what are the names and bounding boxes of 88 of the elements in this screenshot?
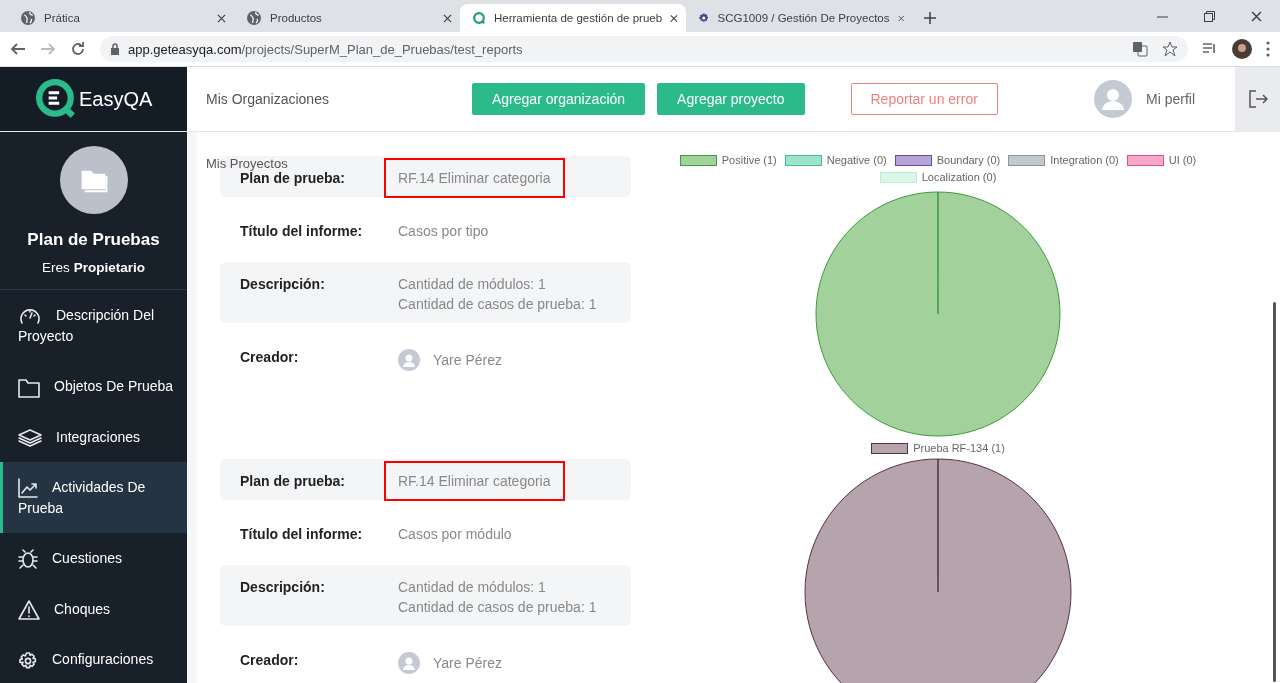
field-label: Creador: [240, 652, 300, 670]
avatar-icon [398, 349, 420, 371]
avatar-icon[interactable] [1232, 39, 1252, 59]
field-label: Título del informe: [240, 223, 364, 239]
legend-item[interactable]: Boundary (0) [894, 154, 1001, 166]
nav-link[interactable]: Mis Organizaciones [206, 91, 472, 107]
legend-item[interactable]: Localization (0) [879, 171, 997, 183]
legend-swatch [679, 154, 717, 166]
legend-swatch [1008, 154, 1046, 166]
field-value: Cantidad de módulos: 1 [398, 579, 547, 595]
new-tab-icon[interactable] [924, 12, 936, 24]
creator-name: Yare Pérez [433, 352, 502, 368]
star-icon[interactable] [1162, 41, 1178, 57]
folder-icon [18, 377, 40, 398]
warning-icon [18, 600, 40, 621]
legend-item[interactable]: Prueba RF-134 (1) [871, 442, 1005, 454]
role-text: Eres Propietario [42, 260, 145, 275]
logo-icon [472, 10, 486, 26]
field-label: Creador: [240, 349, 300, 367]
app-logo[interactable]: EasyQA [0, 67, 187, 131]
folder-icon [59, 146, 128, 214]
logo-icon [35, 78, 77, 120]
avatar-icon [398, 652, 420, 674]
restore-icon[interactable] [1204, 11, 1215, 22]
close-icon[interactable] [1251, 11, 1262, 22]
field-label: Descripción: [240, 579, 326, 597]
close-icon[interactable] [443, 13, 452, 23]
logout-icon[interactable] [1247, 89, 1268, 109]
back-icon[interactable] [10, 41, 26, 57]
reload-icon[interactable] [70, 41, 86, 57]
legend-item[interactable]: Negative (0) [784, 154, 887, 166]
sidebar-item[interactable]: Configuraciones [0, 634, 187, 683]
address-bar[interactable]: app.geteasyqa.com/projects/SuperM_Plan_de_Pruebas/test_reports [100, 36, 1188, 62]
globe-icon [246, 10, 262, 26]
sidebar-item[interactable]: Actividades De Prueba [0, 461, 187, 533]
menu-icon[interactable] [1266, 41, 1270, 57]
legend-swatch [871, 442, 909, 454]
sidebar-item[interactable]: Descripción Del Proyecto [0, 290, 187, 362]
media-icon[interactable] [1202, 42, 1218, 56]
browser-tab[interactable]: SCG1009 / Gestión De Proyectos [686, 4, 912, 32]
translate-icon[interactable] [1132, 41, 1148, 57]
creator-name: Yare Pérez [433, 655, 502, 671]
field-label: Título del informe: [240, 526, 364, 542]
legend-swatch [879, 171, 917, 183]
legend-swatch [784, 154, 822, 166]
gauge-icon [18, 306, 42, 327]
scrollbar[interactable] [1273, 302, 1276, 682]
sidebar-item[interactable]: Objetos De Prueba [0, 361, 187, 412]
legend-label: Integration (0) [1050, 154, 1119, 166]
field-label: Plan de prueba: [240, 473, 347, 489]
close-icon[interactable] [217, 13, 226, 23]
field-value: Casos por módulo [398, 526, 512, 542]
legend-swatch [894, 154, 932, 166]
highlighted-value: RF.14 Eliminar categoria [386, 160, 563, 196]
globe-icon [20, 10, 36, 26]
legend-swatch [1126, 154, 1164, 166]
legend-label: Boundary (0) [936, 154, 1001, 166]
bug-icon [18, 548, 38, 571]
legend-label: UI (0) [1168, 154, 1197, 166]
sidebar-item[interactable]: Integraciones [0, 411, 187, 462]
legend-item[interactable]: Positive (1) [679, 154, 777, 166]
legend-label: Prueba RF-134 (1) [913, 442, 1005, 454]
field-value: Cantidad de casos de prueba: 1 [398, 599, 597, 615]
nav-link[interactable]: Mis Proyectos [206, 156, 288, 171]
field-value: Cantidad de módulos: 1 [398, 276, 547, 292]
legend-label: Negative (0) [826, 154, 887, 166]
field-value: Cantidad de casos de prueba: 1 [398, 296, 597, 312]
sidebar-item[interactable]: Cuestiones [0, 532, 187, 585]
settings-icon [18, 650, 38, 671]
field-label: Plan de prueba: [240, 170, 347, 186]
legend-item[interactable]: UI (0) [1126, 154, 1197, 166]
layers-icon [18, 428, 42, 447]
browser-tab[interactable]: Productos [234, 4, 460, 32]
browser-tab[interactable]: Prática [8, 4, 234, 32]
legend-label: Positive (1) [721, 154, 777, 166]
highlighted-value: RF.14 Eliminar categoria [386, 463, 563, 499]
profile-link[interactable]: Mi perfil [1146, 91, 1195, 107]
sidebar-item[interactable]: Choques [0, 584, 187, 635]
url-text: app.geteasyqa.com/projects/SuperM_Plan_de_Pruebas/test_reports [128, 41, 523, 57]
browser-tab[interactable]: Herramienta de gestión de prueb [460, 4, 686, 32]
legend-item[interactable]: Integration (0) [1008, 154, 1119, 166]
chart-icon [18, 477, 38, 498]
legend-label: Localization (0) [921, 171, 997, 183]
lock-icon [110, 43, 120, 55]
close-icon[interactable] [670, 13, 678, 23]
field-label: Descripción: [240, 276, 326, 294]
field-value: Casos por tipo [398, 223, 489, 239]
project-title: Plan de Pruebas [27, 230, 160, 250]
